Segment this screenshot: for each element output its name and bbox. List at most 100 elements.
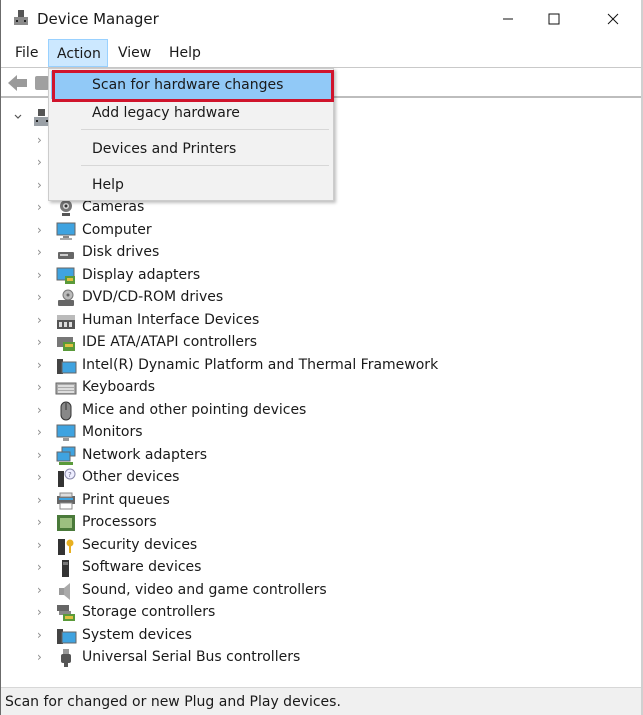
printer-icon [57, 492, 75, 509]
menu-item-help[interactable]: Help [51, 171, 331, 199]
menu-separator [81, 165, 329, 166]
tree-row[interactable]: › Computer [3, 220, 603, 242]
tree-row[interactable]: › Monitors [3, 422, 603, 444]
security-device-icon [58, 538, 74, 555]
menu-item-devices-and-printers[interactable]: Devices and Printers [51, 135, 331, 163]
menu-item-add-legacy-hardware[interactable]: Add legacy hardware [51, 99, 331, 127]
chevron-right-icon[interactable]: › [37, 628, 47, 642]
tree-row[interactable]: › IDE ATA/ATAPI controllers [3, 332, 603, 354]
tree-row[interactable]: › Print queues [3, 490, 603, 512]
tree-row-label: Sound, video and game controllers [82, 581, 327, 598]
tree-row[interactable]: › Network adapters [3, 445, 603, 467]
tree-row-label: System devices [82, 626, 192, 643]
maximize-button[interactable] [531, 0, 577, 38]
menu-separator [81, 129, 329, 130]
tree-row[interactable]: › System devices [3, 625, 603, 647]
computer-icon [56, 222, 76, 240]
status-bar: Scan for changed or new Plug and Play de… [1, 687, 643, 715]
chevron-right-icon[interactable]: › [37, 470, 47, 484]
tree-row-label: Computer [82, 221, 152, 238]
tree-row-label: Cameras [82, 199, 145, 215]
tree-row-label: Network adapters [82, 446, 207, 463]
tree-row[interactable]: › Storage controllers [3, 602, 603, 624]
title-bar: Device Manager [1, 0, 643, 38]
tree-row-label: DVD/CD-ROM drives [82, 289, 224, 305]
tree-row[interactable]: › Human Interface Devices [3, 310, 603, 332]
chevron-right-icon[interactable]: › [37, 223, 47, 237]
menu-file[interactable]: File [7, 39, 46, 67]
chevron-right-icon[interactable]: › [37, 290, 47, 304]
disk-drive-icon [58, 252, 74, 259]
tree-row[interactable]: › Processors [3, 512, 603, 534]
close-button[interactable] [590, 0, 636, 38]
device-manager-window: Device Manager File Action View Help › ›… [0, 0, 643, 715]
status-text: Scan for changed or new Plug and Play de… [5, 694, 341, 710]
chevron-right-icon[interactable]: › [37, 403, 47, 417]
tree-row-label: Monitors [82, 424, 143, 440]
menu-help[interactable]: Help [161, 39, 209, 67]
tree-row[interactable]: › Display adapters [3, 265, 603, 287]
chevron-right-icon[interactable]: › [37, 538, 47, 552]
chevron-right-icon[interactable]: › [37, 313, 47, 327]
chevron-right-icon[interactable]: › [37, 605, 47, 619]
keyboard-icon [55, 382, 77, 395]
back-arrow-icon[interactable] [7, 73, 29, 93]
tree-row[interactable]: › Intel(R) Dynamic Platform and Thermal F… [3, 355, 603, 377]
minimize-button[interactable] [485, 0, 531, 38]
highlight-annotation-box [52, 70, 334, 102]
chevron-right-icon[interactable]: › [37, 448, 47, 462]
tree-row[interactable]: ›? Other devices [3, 467, 603, 489]
tree-row[interactable]: › Software devices [3, 557, 603, 579]
tree-row-label: Mice and other pointing devices [82, 401, 307, 418]
chevron-right-icon[interactable]: › [37, 133, 47, 147]
chevron-down-icon[interactable] [13, 110, 23, 124]
chevron-right-icon[interactable]: › [37, 425, 47, 439]
close-icon [607, 13, 619, 25]
tree-row[interactable]: › DVD/CD-ROM drives [3, 287, 603, 309]
menu-view[interactable]: View [110, 39, 159, 67]
menu-item-label: Devices and Printers [92, 141, 237, 157]
tree-row-label: Security devices [82, 536, 198, 553]
chevron-right-icon[interactable]: › [37, 200, 47, 214]
ide-controller-icon [57, 337, 75, 351]
chevron-right-icon[interactable]: › [37, 155, 47, 169]
chevron-right-icon[interactable]: › [37, 245, 47, 259]
tree-row-label: Other devices [82, 469, 180, 485]
other-devices-icon: ? [58, 468, 76, 487]
menu-action[interactable]: Action [48, 39, 108, 67]
speaker-icon [59, 582, 70, 600]
chevron-right-icon[interactable]: › [37, 268, 47, 282]
tree-row-label: Software devices [82, 559, 202, 575]
chevron-right-icon[interactable]: › [37, 583, 47, 597]
display-adapter-icon [56, 267, 75, 284]
camera-icon [60, 200, 72, 216]
tree-row[interactable]: › Security devices [3, 535, 603, 557]
tree-row-label: Storage controllers [82, 604, 216, 620]
chevron-right-icon[interactable]: › [37, 380, 47, 394]
tree-row-label: Processors [82, 514, 157, 530]
menu-bar: File Action View Help [1, 38, 643, 68]
chevron-right-icon[interactable]: › [37, 650, 47, 664]
forward-button[interactable] [35, 76, 49, 90]
device-manager-icon [14, 10, 28, 25]
chevron-right-icon[interactable]: › [37, 335, 47, 349]
hid-icon [57, 314, 75, 329]
processor-icon [57, 515, 75, 531]
chevron-right-icon[interactable]: › [37, 358, 47, 372]
intel-dptf-icon [57, 358, 77, 374]
chevron-right-icon[interactable]: › [37, 178, 47, 192]
chevron-right-icon[interactable]: › [37, 515, 47, 529]
chevron-right-icon[interactable]: › [37, 493, 47, 507]
tree-row-label: Keyboards [82, 379, 156, 395]
tree-row[interactable]: › Universal Serial Bus controllers [3, 647, 603, 669]
chevron-right-icon[interactable]: › [37, 560, 47, 574]
maximize-icon [548, 13, 560, 25]
tree-row[interactable]: › Disk drives [3, 242, 603, 264]
storage-controller-icon [57, 605, 75, 621]
tree-row-label: Display adapters [82, 266, 201, 283]
tree-row[interactable]: › Mice and other pointing devices [3, 400, 603, 422]
tree-row[interactable]: › Keyboards [3, 377, 603, 399]
network-adapter-icon [56, 446, 76, 465]
tree-row[interactable]: › Sound, video and game controllers [3, 580, 603, 602]
monitor-icon [56, 424, 76, 441]
